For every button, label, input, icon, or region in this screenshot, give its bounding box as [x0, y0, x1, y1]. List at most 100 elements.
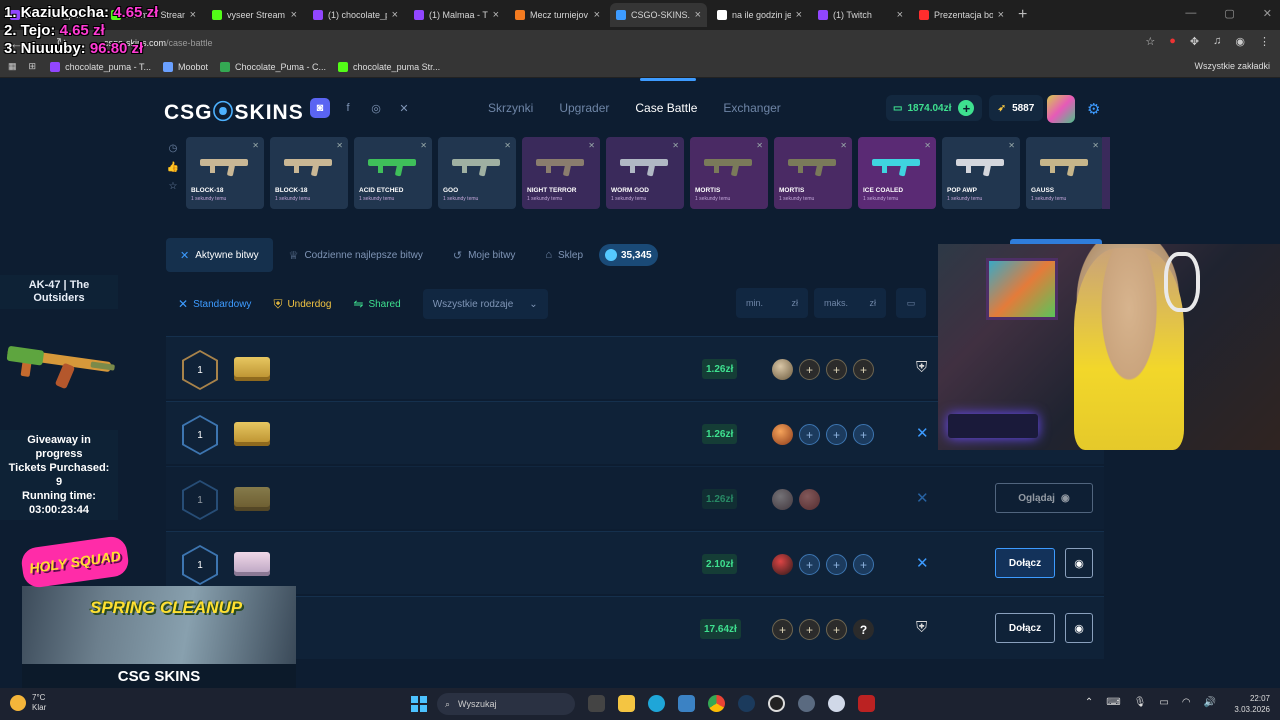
nav-link-exchanger[interactable]: Exchanger [723, 101, 780, 115]
subtab-1[interactable]: ♕ Codzienne najlepsze bitwy [275, 238, 437, 272]
filter-underdog[interactable]: ⛨ Underdog [273, 297, 331, 312]
chevron-up-icon[interactable]: ⌃ [1085, 697, 1093, 708]
join-slot-button[interactable]: + [826, 619, 847, 640]
close-tab-icon[interactable]: × [594, 9, 600, 21]
facebook-icon[interactable]: f [338, 98, 358, 118]
site-logo[interactable]: CSG⦿SKINS [164, 96, 304, 126]
filter-standard[interactable]: ✕ Standardowy [178, 297, 251, 311]
join-slot-button[interactable]: + [799, 424, 820, 445]
x-twitter-icon[interactable]: ✕ [394, 98, 414, 118]
drop-item[interactable]: ✕ WORM GOD 1 sekundy temu [606, 137, 684, 209]
weather-widget[interactable]: 7°C Klar [10, 693, 46, 713]
browser-tab[interactable]: (1) chocolate_p × [307, 3, 404, 27]
join-slot-button[interactable]: + [772, 619, 793, 640]
close-icon[interactable]: ✕ [252, 141, 259, 150]
profile-icon[interactable]: ◉ [1235, 35, 1245, 48]
join-slot-button[interactable]: + [826, 359, 847, 380]
mode-select[interactable]: Wszystkie rodzaje ⌄ [422, 289, 548, 319]
user-avatar[interactable] [1047, 95, 1075, 123]
minimize-icon[interactable]: — [1185, 7, 1196, 20]
display-icon[interactable]: ▭ [1159, 697, 1168, 708]
all-bookmarks[interactable]: Wszystkie zakładki [1194, 61, 1270, 71]
settings-icon[interactable] [798, 695, 815, 712]
obs-icon[interactable] [768, 695, 785, 712]
deposit-button[interactable]: + [958, 100, 975, 116]
filter-shared[interactable]: ⇋ Shared [353, 297, 400, 311]
eye-icon[interactable]: ◉ [1065, 613, 1093, 643]
close-tab-icon[interactable]: × [291, 9, 297, 21]
join-slot-button[interactable]: + [799, 619, 820, 640]
close-window-icon[interactable]: ✕ [1263, 7, 1272, 20]
bookmark-item[interactable]: chocolate_puma - T... [50, 61, 151, 72]
drop-item[interactable]: ✕ ICE COALED 1 sekundy temu [858, 137, 936, 209]
browser-tab[interactable]: CSGO-SKINS.C × [610, 3, 707, 27]
close-icon[interactable]: ✕ [420, 141, 427, 150]
close-tab-icon[interactable]: × [392, 9, 398, 21]
close-icon[interactable]: ✕ [588, 141, 595, 150]
drop-item[interactable]: ✕ BLOCK-18 1 sekundy temu [186, 137, 264, 209]
close-icon[interactable]: ✕ [756, 141, 763, 150]
drop-item[interactable]: ✕ BLOCK-18 1 sekundy temu [270, 137, 348, 209]
browser-tab[interactable]: Prezentacja bo × [913, 3, 1010, 27]
close-icon[interactable]: ✕ [504, 141, 511, 150]
start-button[interactable] [411, 696, 427, 712]
browser-tab[interactable]: na ile godzin je × [711, 3, 808, 27]
nav-link-skrzynki[interactable]: Skrzynki [488, 101, 533, 115]
grid-icon[interactable]: ⊞ [29, 61, 37, 72]
drop-item[interactable]: ✕ POP AWP 1 sekundy temu [942, 137, 1020, 209]
join-slot-button[interactable]: + [799, 554, 820, 575]
wifi-icon[interactable]: ◠ [1182, 697, 1191, 708]
max-price-input[interactable]: maks. zł [814, 288, 886, 318]
bookmark-item[interactable]: Moobot [162, 61, 208, 72]
task-view-icon[interactable] [588, 695, 605, 712]
bookmark-item[interactable]: Chocolate_Puma - C... [219, 61, 326, 72]
close-tab-icon[interactable]: × [190, 9, 196, 21]
instagram-icon[interactable]: ◎ [366, 98, 386, 118]
extension-icon[interactable]: ● [1169, 35, 1176, 48]
browser-tab[interactable]: (1) Malmaa - T × [408, 3, 505, 27]
close-icon[interactable]: ✕ [672, 141, 679, 150]
close-tab-icon[interactable]: × [796, 9, 802, 21]
thumbs-up-icon[interactable]: 👍 [167, 162, 179, 173]
new-tab-icon[interactable]: + [1018, 6, 1027, 24]
join-button[interactable]: Dołącz [995, 548, 1055, 578]
drop-item[interactable]: ✕ MORTIS 1 sekundy temu [774, 137, 852, 209]
join-slot-button[interactable]: + [826, 554, 847, 575]
watch-button[interactable]: Oglądaj ◉ [995, 483, 1093, 513]
file-explorer-icon[interactable] [618, 695, 635, 712]
min-price-input[interactable]: min. zł [736, 288, 808, 318]
subtab-2[interactable]: ↺ Moje bitwy [439, 238, 529, 272]
media-icon[interactable]: ♫ [1213, 35, 1221, 48]
gems-balance[interactable]: 35,345 [599, 244, 658, 266]
close-icon[interactable]: ✕ [1008, 141, 1015, 150]
browser-tab[interactable]: vyseer Stream × [206, 3, 303, 27]
close-icon[interactable]: ✕ [840, 141, 847, 150]
close-tab-icon[interactable]: × [998, 9, 1004, 21]
close-tab-icon[interactable]: × [695, 9, 701, 21]
close-tab-icon[interactable]: × [897, 9, 903, 21]
drop-item[interactable]: ✕ ACID ETCHED 1 sekundy temu [354, 137, 432, 209]
eye-icon[interactable]: ◉ [1065, 548, 1093, 578]
puzzle-icon[interactable]: ✥ [1190, 35, 1199, 48]
drop-item[interactable]: ✕ GAUSS 1 sekundy temu [1026, 137, 1104, 209]
subtab-0[interactable]: ✕ Aktywne bitwy [166, 238, 273, 272]
discord-icon[interactable]: ◙ [310, 98, 330, 118]
maximize-icon[interactable]: ▢ [1224, 7, 1234, 20]
coins-display[interactable]: ➶ 5887 [989, 95, 1043, 121]
close-tab-icon[interactable]: × [493, 9, 499, 21]
balance-display[interactable]: ▭ 1874.04zł + [886, 95, 982, 121]
close-icon[interactable]: ✕ [336, 141, 343, 150]
game-app-icon[interactable] [858, 695, 875, 712]
close-icon[interactable]: ✕ [1092, 141, 1099, 150]
taskbar-search[interactable]: ⌕ Wyszukaj [437, 693, 575, 715]
clock[interactable]: 22:07 3.03.2026 [1234, 693, 1270, 715]
drop-item[interactable]: ✕ MORTIS 1 sekundy temu [690, 137, 768, 209]
browser-tab[interactable]: Mecz turniejov × [509, 3, 606, 27]
mic-icon[interactable]: 🎙 [1134, 697, 1147, 708]
nav-link-case-battle[interactable]: Case Battle [635, 101, 697, 115]
drop-item[interactable]: ✕ NIGHT TERROR 1 sekundy temu [522, 137, 600, 209]
star-icon[interactable]: ☆ [1145, 35, 1155, 48]
menu-icon[interactable]: ⋮ [1259, 35, 1270, 48]
volume-icon[interactable]: 🔊 [1204, 697, 1216, 708]
join-slot-button[interactable]: + [853, 554, 874, 575]
